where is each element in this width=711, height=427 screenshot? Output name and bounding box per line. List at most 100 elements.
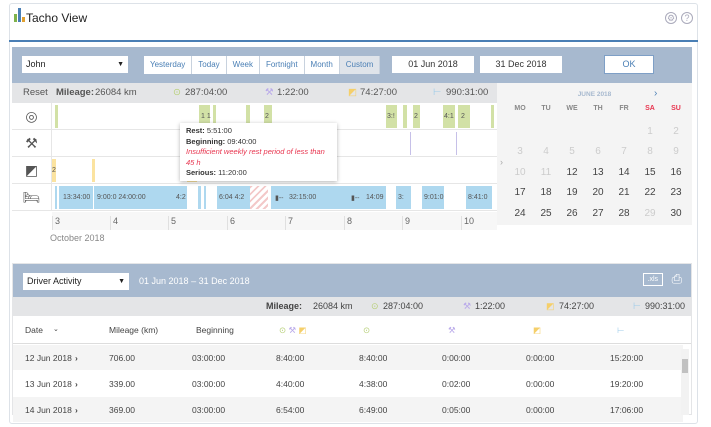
rest-violation-segment[interactable] xyxy=(250,186,268,209)
segment-label: 14:09 xyxy=(366,194,384,201)
scrollbar[interactable] xyxy=(681,349,689,415)
calendar-prev-icon[interactable]: › xyxy=(500,157,503,167)
driving-icon: ⊙ xyxy=(173,87,181,98)
segment-label: 2 xyxy=(265,113,269,120)
tooltip-serious: 11:20:00 xyxy=(218,168,247,177)
column-date[interactable]: Date xyxy=(25,316,43,344)
table-row[interactable]: 13 Jun 2018 339.00 03:00:00 4:40:00 4:38:00 0… xyxy=(13,371,683,397)
date-from-input[interactable]: 01 Jun 2018 xyxy=(392,56,474,73)
report-header: Driver Activity ▼ 01 Jun 2018 – 31 Dec 20… xyxy=(13,264,691,297)
rest-icon: ⊢ xyxy=(633,301,641,311)
day-tick: 3 xyxy=(52,216,60,230)
tooltip-beginning-label: Beginning: xyxy=(186,136,226,146)
chevron-down-icon: ▼ xyxy=(118,278,125,285)
day-tick: 10 xyxy=(461,216,474,230)
report-panel: Driver Activity ▼ 01 Jun 2018 – 31 Dec 20… xyxy=(12,263,692,423)
rest-total: 990:31:00 xyxy=(446,87,489,98)
help-icon[interactable]: ? xyxy=(681,12,693,24)
segment-label: 6:04 4:2 xyxy=(219,194,245,201)
table-row[interactable]: 14 Jun 2018 369.00 03:00:00 6:54:00 6:49:00 0… xyxy=(13,397,683,423)
period-fortnight-button[interactable]: Fortnight xyxy=(259,56,305,74)
calendar-day[interactable]: 16 xyxy=(663,167,689,188)
calendar-day: 5 xyxy=(569,146,575,157)
weekday-header: SU xyxy=(671,105,681,112)
date-to-input[interactable]: 31 Dec 2018 xyxy=(480,56,562,73)
table-header: Date ⌄ Mileage (km) Beginning ⊙ ⚒ ◩ ⊙ ⚒ ◩… xyxy=(13,316,691,344)
calendar-day[interactable]: 20 xyxy=(585,187,611,208)
expand-chevron-icon[interactable]: › xyxy=(75,371,78,397)
calendar-empty xyxy=(533,126,559,147)
scrollbar-thumb[interactable] xyxy=(682,359,688,373)
table-cell: 15:20:00 xyxy=(610,353,644,363)
driver-select[interactable]: John ▼ xyxy=(22,56,128,73)
calendar-day: 11 xyxy=(540,166,552,178)
calendar-day[interactable]: 26 xyxy=(559,208,585,229)
availability-total: 74:27:00 xyxy=(559,301,595,311)
calendar-day[interactable]: 13 xyxy=(585,167,611,188)
table-cell: 14 Jun 2018 xyxy=(25,405,72,415)
period-week-button[interactable]: Week xyxy=(226,56,260,74)
calendar-day[interactable]: 28 xyxy=(611,208,637,229)
segment-label: 13:34:00 xyxy=(63,194,91,201)
work-total: 1:22:00 xyxy=(475,301,506,311)
filter-toolbar: John ▼ Yesterday Today Week Fortnight Mon… xyxy=(12,47,692,83)
availability-icon: ◩ xyxy=(533,325,542,335)
next-month-icon[interactable]: › xyxy=(654,88,657,99)
tooltip-serious-label: Serious: xyxy=(186,168,217,177)
calendar-day[interactable]: 25 xyxy=(533,208,559,229)
tooltip-rest-label: Rest: xyxy=(186,126,205,135)
calendar-day[interactable]: 27 xyxy=(585,208,611,229)
bed-icon: 🛏 xyxy=(12,184,52,211)
calendar-day[interactable]: 22 xyxy=(637,187,663,208)
period-today-button[interactable]: Today xyxy=(192,56,227,74)
availability-icon: ◩ xyxy=(348,87,357,98)
calendar-day: 3 xyxy=(517,146,523,157)
calendar-day[interactable]: 18 xyxy=(533,187,559,208)
calendar-day[interactable]: 14 xyxy=(611,167,637,188)
tachocard-icon: ▮-- xyxy=(351,195,360,202)
period-yesterday-button[interactable]: Yesterday xyxy=(144,56,193,74)
table-cell: 706.00 xyxy=(109,353,135,363)
period-custom-button[interactable]: Custom xyxy=(339,56,381,74)
tooltip-rest: 5:51:00 xyxy=(206,126,232,135)
summary-bar: Reset Mileage: 26084 km ⊙ 287:04:00 ⚒ 1:… xyxy=(12,83,497,103)
calendar-empty xyxy=(507,126,533,147)
mileage-value: 26084 km xyxy=(313,301,353,311)
calendar-grid: MO TU WE TH FR SA SU 1 2 3 4 5 6 7 8 9 10 11 12 13 14 15 16 17 1… xyxy=(507,105,689,228)
availability-icon: ◩ xyxy=(546,301,555,311)
ok-button[interactable]: OK xyxy=(604,55,654,74)
calendar-day[interactable]: 19 xyxy=(559,187,585,208)
segment-label: 1 1 xyxy=(201,113,211,120)
day-axis: 3 4 5 6 7 8 9 10 xyxy=(52,212,497,230)
calendar-day[interactable]: 12 xyxy=(559,167,585,188)
print-icon[interactable]: ⎙ xyxy=(672,271,682,287)
segment-label: 8:41:0 xyxy=(468,194,488,201)
calendar-day[interactable]: 24 xyxy=(507,208,533,229)
expand-chevron-icon[interactable]: › xyxy=(75,397,78,423)
weekday-header: TU xyxy=(541,105,551,112)
gear-icon[interactable]: ⚙ xyxy=(665,12,677,24)
calendar-day[interactable]: 21 xyxy=(611,187,637,208)
expand-chevron-icon[interactable]: › xyxy=(75,345,78,371)
period-month-button[interactable]: Month xyxy=(304,56,340,74)
rest-icon: ⊢ xyxy=(617,325,625,335)
table-cell: 0:02:00 xyxy=(442,379,471,389)
table-cell: 369.00 xyxy=(109,405,135,415)
calendar-day[interactable]: 17 xyxy=(507,187,533,208)
calendar-day[interactable]: 30 xyxy=(663,208,689,229)
app-logo-icon xyxy=(14,8,25,22)
calendar-day[interactable]: 23 xyxy=(663,187,689,208)
work-icon: ⚒ xyxy=(265,87,274,98)
export-xls-button[interactable]: .xls xyxy=(642,273,663,286)
weekday-header: FR xyxy=(619,105,629,112)
mileage-value: 26084 km xyxy=(95,87,137,98)
sort-chevron-icon[interactable]: ⌄ xyxy=(53,316,59,344)
reset-button[interactable]: Reset xyxy=(23,83,48,103)
table-cell: 339.00 xyxy=(109,379,135,389)
report-type-select[interactable]: Driver Activity ▼ xyxy=(23,273,129,290)
driving-total: 287:04:00 xyxy=(185,87,228,98)
tools-icon: ⚒ xyxy=(12,130,52,157)
table-row[interactable]: 12 Jun 2018 706.00 03:00:00 8:40:00 8:40:00 0… xyxy=(13,345,683,371)
table-cell: 8:40:00 xyxy=(359,353,388,363)
calendar-day[interactable]: 15 xyxy=(637,167,663,188)
